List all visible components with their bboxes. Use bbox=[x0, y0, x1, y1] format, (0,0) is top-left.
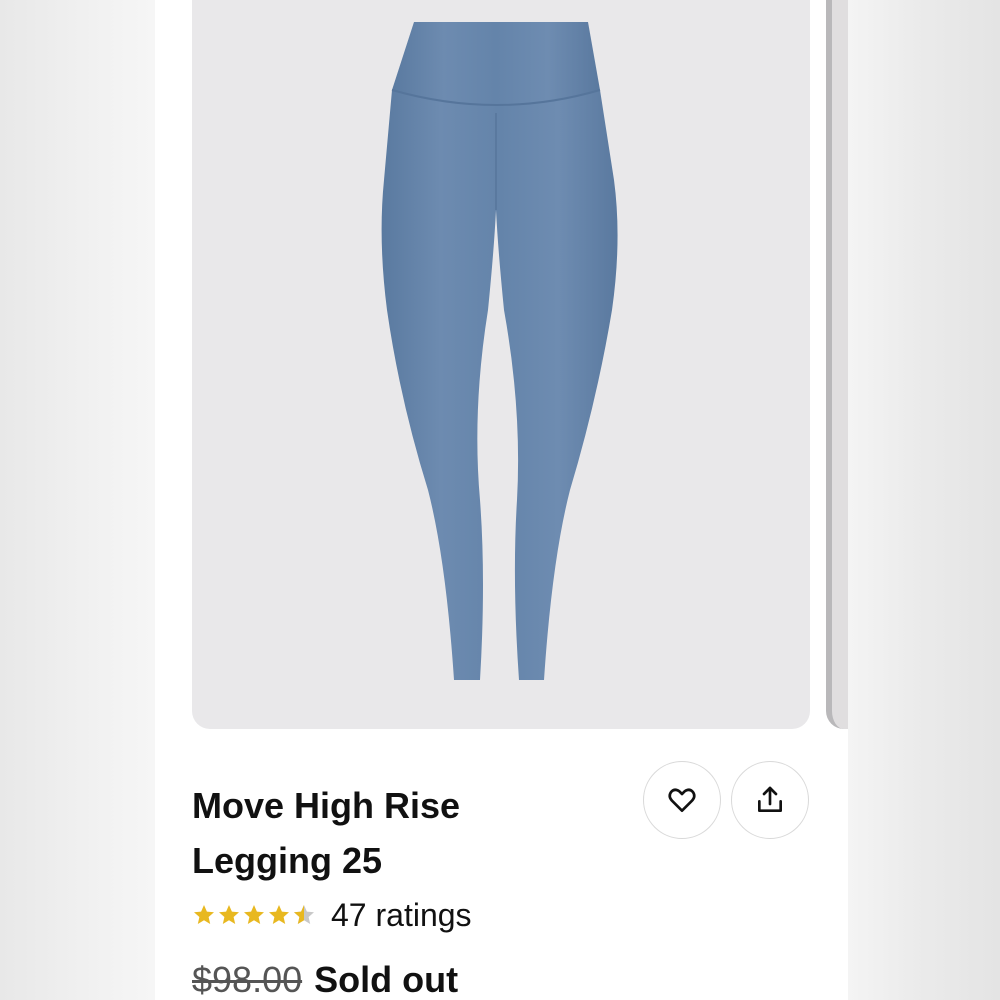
heart-icon bbox=[668, 788, 696, 812]
background-blur-left bbox=[0, 0, 155, 1000]
star-half-icon bbox=[294, 905, 314, 924]
sold-out-status: Sold out bbox=[314, 959, 459, 1000]
rating-row[interactable]: 47 ratings bbox=[192, 895, 472, 935]
product-image-card[interactable] bbox=[192, 0, 810, 729]
page: Move High Rise Legging 25 47 ratings $98… bbox=[0, 0, 1000, 1000]
favorite-button[interactable] bbox=[643, 761, 721, 839]
star-filled-icon bbox=[194, 905, 214, 924]
star-filled-icon bbox=[244, 905, 264, 924]
background-blur-right bbox=[848, 0, 1000, 1000]
product-title-line2: Legging 25 bbox=[192, 840, 383, 881]
ratings-count[interactable]: 47 ratings bbox=[331, 897, 472, 934]
original-price: $98.00 bbox=[192, 959, 303, 1000]
product-title: Move High Rise Legging 25 bbox=[192, 778, 612, 888]
share-icon bbox=[758, 786, 782, 812]
next-image-card-peek[interactable] bbox=[826, 0, 848, 729]
product-title-line1: Move High Rise bbox=[192, 785, 461, 826]
star-filled-icon bbox=[269, 905, 289, 924]
product-screen: Move High Rise Legging 25 47 ratings $98… bbox=[155, 0, 848, 1000]
price-row: $98.00 Sold out bbox=[192, 955, 458, 1000]
star-filled-icon bbox=[219, 905, 239, 924]
star-rating bbox=[192, 903, 317, 927]
share-button[interactable] bbox=[731, 761, 809, 839]
product-image-legging bbox=[381, 22, 618, 680]
